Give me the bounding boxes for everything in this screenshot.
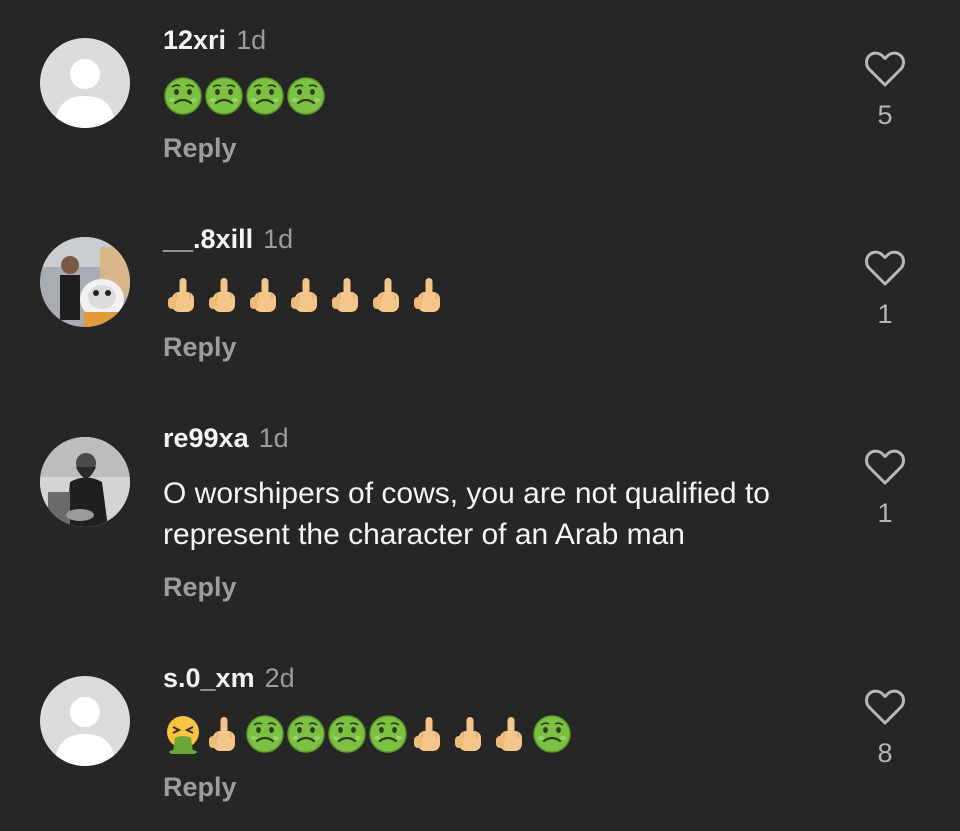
- like-count: 5: [877, 100, 893, 130]
- heart-icon[interactable]: [864, 50, 906, 88]
- username[interactable]: __.8xill: [163, 224, 253, 254]
- like-count: 1: [877, 498, 893, 528]
- nauseated-face-icon: [328, 715, 366, 753]
- comment-text: [163, 713, 573, 755]
- nauseated-face-icon: [287, 715, 325, 753]
- vomiting-face-icon: [167, 716, 199, 754]
- like-count: 1: [877, 299, 893, 329]
- nauseated-face-icon: [205, 77, 243, 115]
- middle-finger-icon: [168, 278, 194, 312]
- heart-icon[interactable]: [864, 688, 906, 726]
- middle-finger-icon: [496, 717, 522, 751]
- middle-finger-icon: [209, 717, 235, 751]
- middle-finger-icon: [209, 278, 235, 312]
- middle-finger-icon: [455, 717, 481, 751]
- nauseated-face-icon: [287, 77, 325, 115]
- timestamp: 2d: [264, 663, 295, 693]
- avatar[interactable]: [40, 676, 130, 766]
- nauseated-face-icon: [533, 715, 571, 753]
- like-control: 1: [862, 249, 908, 330]
- username[interactable]: re99xa: [163, 423, 249, 453]
- timestamp: 1d: [236, 25, 267, 55]
- heart-icon[interactable]: [864, 249, 906, 287]
- middle-finger-icon: [291, 278, 317, 312]
- username[interactable]: s.0_xm: [163, 663, 255, 693]
- middle-finger-icon: [250, 278, 276, 312]
- nauseated-face-icon: [246, 77, 284, 115]
- comment-header: s.0_xm 2d: [163, 662, 295, 694]
- middle-finger-icon: [414, 717, 440, 751]
- nauseated-face-icon: [246, 715, 284, 753]
- comment-header: __.8xill 1d: [163, 223, 293, 255]
- avatar[interactable]: [40, 237, 130, 327]
- nauseated-face-icon: [164, 77, 202, 115]
- comment-header: re99xa 1d: [163, 422, 289, 454]
- avatar[interactable]: [40, 437, 130, 527]
- comment-header: 12xri 1d: [163, 24, 266, 56]
- reply-button[interactable]: Reply: [163, 331, 237, 363]
- user-photo-icon: [40, 237, 130, 327]
- username[interactable]: 12xri: [163, 25, 226, 55]
- heart-icon[interactable]: [864, 448, 906, 486]
- reply-button[interactable]: Reply: [163, 132, 237, 164]
- like-control: 5: [862, 50, 908, 131]
- middle-finger-icon: [373, 278, 399, 312]
- like-count: 8: [877, 738, 893, 768]
- default-avatar-icon: [55, 697, 115, 766]
- middle-finger-icon: [414, 278, 440, 312]
- comment-text: [163, 274, 450, 316]
- user-photo-icon: [40, 437, 130, 527]
- reply-button[interactable]: Reply: [163, 571, 237, 603]
- comment-text: [163, 75, 327, 117]
- default-avatar-icon: [55, 59, 115, 128]
- avatar[interactable]: [40, 38, 130, 128]
- timestamp: 1d: [263, 224, 294, 254]
- timestamp: 1d: [258, 423, 289, 453]
- nauseated-face-icon: [369, 715, 407, 753]
- like-control: 8: [862, 688, 908, 769]
- comment-text: O worshipers of cows, you are not qualif…: [163, 477, 770, 551]
- reply-button[interactable]: Reply: [163, 771, 237, 803]
- middle-finger-icon: [332, 278, 358, 312]
- like-control: 1: [862, 448, 908, 529]
